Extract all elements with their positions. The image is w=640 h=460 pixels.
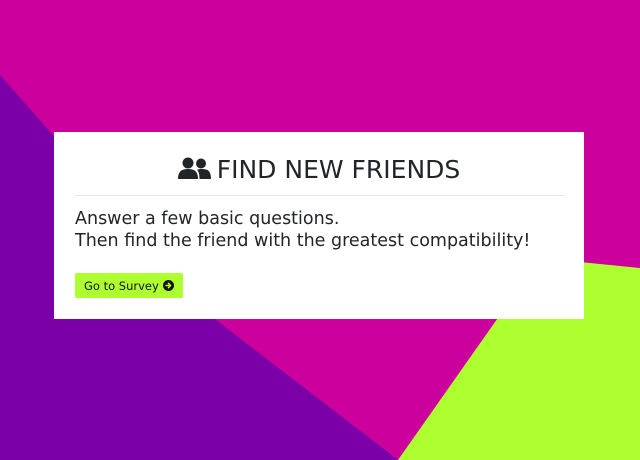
intro-line-1: Answer a few basic questions.	[75, 209, 340, 229]
go-to-survey-label: Go to Survey	[84, 278, 159, 293]
page-title-text: FIND NEW FRIENDS	[216, 155, 461, 184]
go-to-survey-button[interactable]: Go to Survey	[75, 273, 183, 298]
intro-card: FIND NEW FRIENDS Answer a few basic ques…	[54, 132, 584, 319]
intro-line-2: Then find the friend with the greatest c…	[75, 231, 531, 251]
intro-text: Answer a few basic questions. Then find …	[75, 208, 575, 252]
page-title: FIND NEW FRIENDS	[54, 154, 584, 189]
users-icon	[177, 157, 211, 189]
divider	[75, 195, 564, 196]
arrow-circle-right-icon	[162, 280, 174, 291]
